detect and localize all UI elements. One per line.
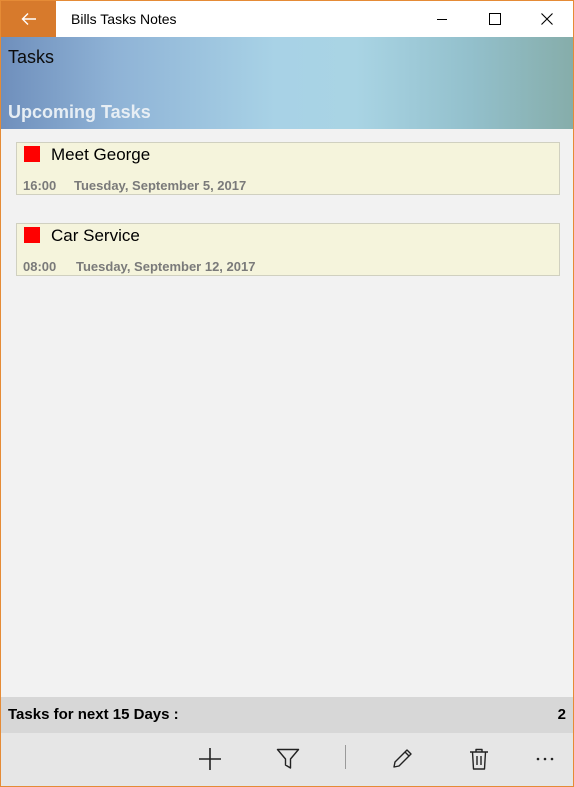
task-flag-icon [24,146,40,162]
edit-icon [393,749,412,768]
task-time: 08:00 [23,259,57,274]
summary-count: 2 [557,706,566,723]
more-icon [536,757,554,761]
summary-label: Tasks for next 15 Days : [8,706,179,723]
add-button[interactable] [190,741,230,777]
app-window: Bills Tasks Notes Tasks Upcoming Tasks M… [0,0,574,787]
close-button[interactable] [523,1,571,37]
window-title: Bills Tasks Notes [71,11,177,27]
task-date: Tuesday, September 12, 2017 [76,259,256,274]
task-name: Car Service [51,226,140,245]
command-bar [1,733,573,786]
minimize-button[interactable] [418,1,466,37]
task-item[interactable]: Car Service 08:00 Tuesday, September 12,… [16,223,560,276]
filter-button[interactable] [268,741,308,777]
maximize-icon [489,13,501,25]
task-flag-icon [24,227,40,243]
more-button[interactable] [525,741,565,777]
delete-button[interactable] [459,741,499,777]
filter-icon [276,748,300,769]
task-time: 16:00 [23,178,57,193]
task-item[interactable]: Meet George 16:00 Tuesday, September 5, … [16,142,560,195]
section-title: Upcoming Tasks [8,102,151,122]
edit-button[interactable] [382,741,422,777]
maximize-button[interactable] [471,1,519,37]
task-name: Meet George [51,145,151,164]
add-icon [199,748,221,770]
back-button[interactable] [1,1,56,37]
summary-bar: Tasks for next 15 Days : 2 [1,697,573,733]
title-bar: Bills Tasks Notes [1,1,573,37]
page-header: Tasks Upcoming Tasks [1,37,573,129]
back-arrow-icon [21,13,36,25]
close-icon [541,13,553,25]
delete-icon [470,748,488,770]
task-date: Tuesday, September 5, 2017 [74,178,247,193]
minimize-icon [437,19,447,20]
command-separator [345,745,346,769]
page-title: Tasks [8,47,55,67]
